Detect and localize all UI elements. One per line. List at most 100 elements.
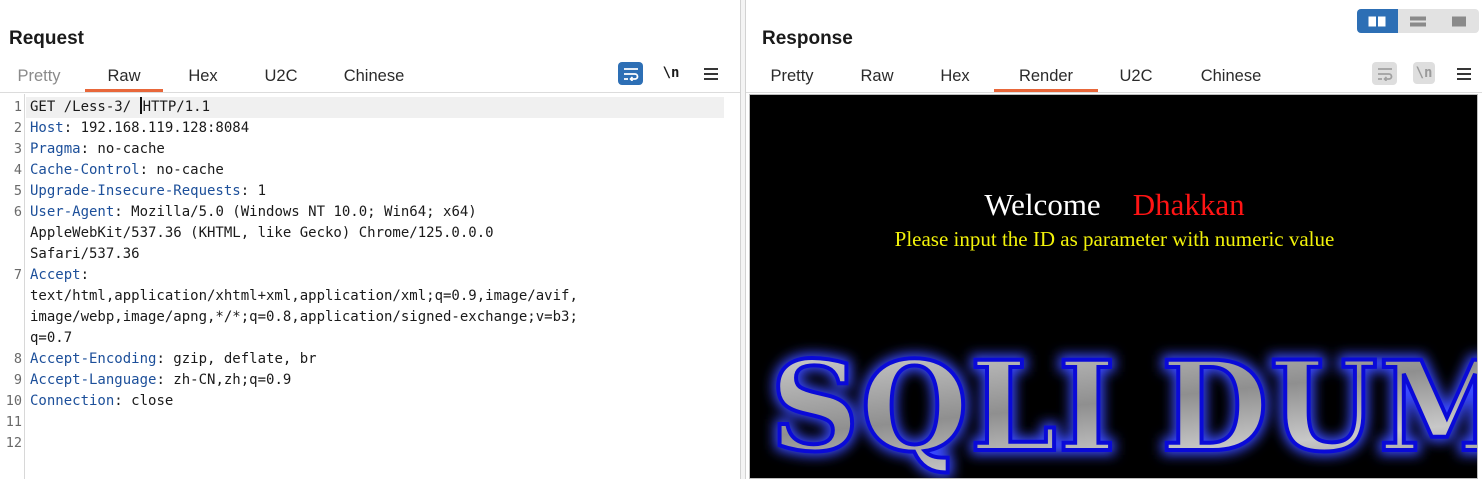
line-number: 4 xyxy=(13,162,22,178)
line-number: 1 xyxy=(13,99,22,115)
line-number: 12 xyxy=(5,435,22,451)
line-number: 6 xyxy=(13,204,22,220)
response-tab-divider xyxy=(746,92,1482,93)
header-value: : no-cache xyxy=(139,162,224,178)
line-number: 7 xyxy=(13,267,22,283)
sqli-banner-image: SQLI DUMB SERIES SQLI DUMB SERIES xyxy=(765,330,1478,479)
tab-u2c[interactable]: U2C xyxy=(242,60,320,92)
request-tabs: Pretty Raw Hex U2C Chinese xyxy=(0,60,424,92)
instruction-text: Please input the ID as parameter with nu… xyxy=(894,227,1335,251)
header-value: text/html,application/xhtml+xml,applicat… xyxy=(30,288,578,304)
banner-text: SQLI DUMB SERIES xyxy=(770,335,1478,479)
header-value: : 192.168.119.128:8084 xyxy=(63,120,250,136)
line-number xyxy=(0,223,22,244)
code-line: Accept: xyxy=(30,265,89,286)
wrap-lines-icon xyxy=(1377,67,1392,81)
code-line: text/html,application/xhtml+xml,applicat… xyxy=(30,286,578,307)
line-number: 8 xyxy=(13,351,22,367)
text-caret xyxy=(139,97,142,114)
response-title: Response xyxy=(762,28,853,49)
header-value: GET /Less-3/ xyxy=(30,99,140,115)
response-tabs: Pretty Raw Hex Render U2C Chinese xyxy=(746,60,1286,92)
header-value: q=0.7 xyxy=(30,330,73,346)
request-pane: Request Pretty Raw Hex U2C Chinese \n 12… xyxy=(0,0,740,479)
code-line: GET /Less-3/ HTTP/1.1 xyxy=(30,97,210,118)
response-menu-button[interactable] xyxy=(1455,62,1473,86)
code-line: Safari/537.36 xyxy=(30,244,140,265)
header-value: : close xyxy=(114,393,174,409)
code-line: q=0.7 xyxy=(30,328,72,349)
tab-u2c[interactable]: U2C xyxy=(1098,60,1174,92)
wrap-lines-button[interactable] xyxy=(1372,62,1397,85)
code-line: Pragma: no-cache xyxy=(30,139,165,160)
header-value: AppleWebKit/537.36 (KHTML, like Gecko) C… xyxy=(30,225,494,241)
header-value: Safari/537.36 xyxy=(30,246,140,262)
welcome-text: Welcome xyxy=(984,187,1101,222)
header-name: Accept-Encoding xyxy=(30,351,157,367)
layout-side-by-side-button[interactable] xyxy=(1357,9,1398,33)
hamburger-menu-icon xyxy=(1457,68,1471,80)
line-number xyxy=(0,286,22,307)
single-pane-icon xyxy=(1451,16,1466,26)
header-name: Pragma xyxy=(30,141,81,157)
tab-raw[interactable]: Raw xyxy=(838,60,916,92)
code-line: AppleWebKit/537.36 (KHTML, like Gecko) C… xyxy=(30,223,494,244)
header-name: Host xyxy=(30,120,64,136)
header-name: Accept xyxy=(30,267,81,283)
line-number: 9 xyxy=(13,372,22,388)
code-line: Connection: close xyxy=(30,391,173,412)
request-menu-button[interactable] xyxy=(702,62,720,86)
tab-raw[interactable]: Raw xyxy=(85,60,163,92)
line-number: 3 xyxy=(13,141,22,157)
welcome-heading: Welcome Dhakkan xyxy=(750,187,1477,223)
response-pane: Response Pretty Raw Hex Render U2C Chine… xyxy=(746,0,1482,479)
line-number: 10 xyxy=(5,393,22,409)
header-name: Connection xyxy=(30,393,115,409)
header-value: : Mozilla/5.0 (Windows NT 10.0; Win64; x… xyxy=(114,204,477,220)
layout-single-pane-button[interactable] xyxy=(1438,9,1479,33)
wrap-lines-icon xyxy=(623,67,638,81)
line-number xyxy=(0,244,22,265)
header-value: : gzip, deflate, br xyxy=(156,351,317,367)
tab-chinese[interactable]: Chinese xyxy=(1176,60,1286,92)
code-line: Accept-Encoding: gzip, deflate, br xyxy=(30,349,317,370)
code-line: User-Agent: Mozilla/5.0 (Windows NT 10.0… xyxy=(30,202,477,223)
header-value: : 1 xyxy=(240,183,267,199)
line-number: 5 xyxy=(13,183,22,199)
wrap-lines-button[interactable] xyxy=(618,62,643,85)
header-value: : zh-CN,zh;q=0.9 xyxy=(156,372,292,388)
tab-pretty[interactable]: Pretty xyxy=(746,60,838,92)
request-line-protocol: HTTP/1.1 xyxy=(142,99,211,115)
tab-hex[interactable]: Hex xyxy=(164,60,242,92)
header-name: User-Agent xyxy=(30,204,115,220)
line-number-gutter: 1 2 3 4 5 6 7 8 9 10 11 12 xyxy=(0,94,25,479)
request-title: Request xyxy=(9,28,84,49)
tab-pretty[interactable]: Pretty xyxy=(0,60,78,92)
line-number: 11 xyxy=(5,414,22,430)
show-newlines-button[interactable]: \n xyxy=(1413,62,1435,84)
line-number xyxy=(0,328,22,349)
line-number: 2 xyxy=(13,120,22,136)
tab-chinese[interactable]: Chinese xyxy=(324,60,424,92)
welcome-name: Dhakkan xyxy=(1132,187,1245,222)
code-line: Accept-Language: zh-CN,zh;q=0.9 xyxy=(30,370,291,391)
side-by-side-icon xyxy=(1368,16,1386,26)
request-tab-divider xyxy=(0,92,740,93)
tab-hex[interactable]: Hex xyxy=(916,60,994,92)
layout-switch xyxy=(1357,9,1479,33)
code-line: Upgrade-Insecure-Requests: 1 xyxy=(30,181,266,202)
line-number xyxy=(0,307,22,328)
code-line: Cache-Control: no-cache xyxy=(30,160,224,181)
top-bottom-icon xyxy=(1410,16,1426,26)
layout-top-bottom-button[interactable] xyxy=(1398,9,1439,33)
tab-render[interactable]: Render xyxy=(994,60,1098,92)
code-line: Host: 192.168.119.128:8084 xyxy=(30,118,249,139)
header-value: : no-cache xyxy=(80,141,165,157)
show-newlines-button[interactable]: \n xyxy=(660,62,682,84)
request-editor[interactable]: 1 2 3 4 5 6 7 8 9 10 11 12 GET /Less-3/ HTTP/1.1 Hos… xyxy=(0,94,740,479)
render-view[interactable]: Welcome Dhakkan Please input the ID as pa… xyxy=(749,94,1478,479)
code-line: image/webp,image/apng,*/*;q=0.8,applicat… xyxy=(30,307,578,328)
header-name: Accept-Language xyxy=(30,372,157,388)
header-name: Cache-Control xyxy=(30,162,140,178)
header-value: image/webp,image/apng,*/*;q=0.8,applicat… xyxy=(30,309,578,325)
